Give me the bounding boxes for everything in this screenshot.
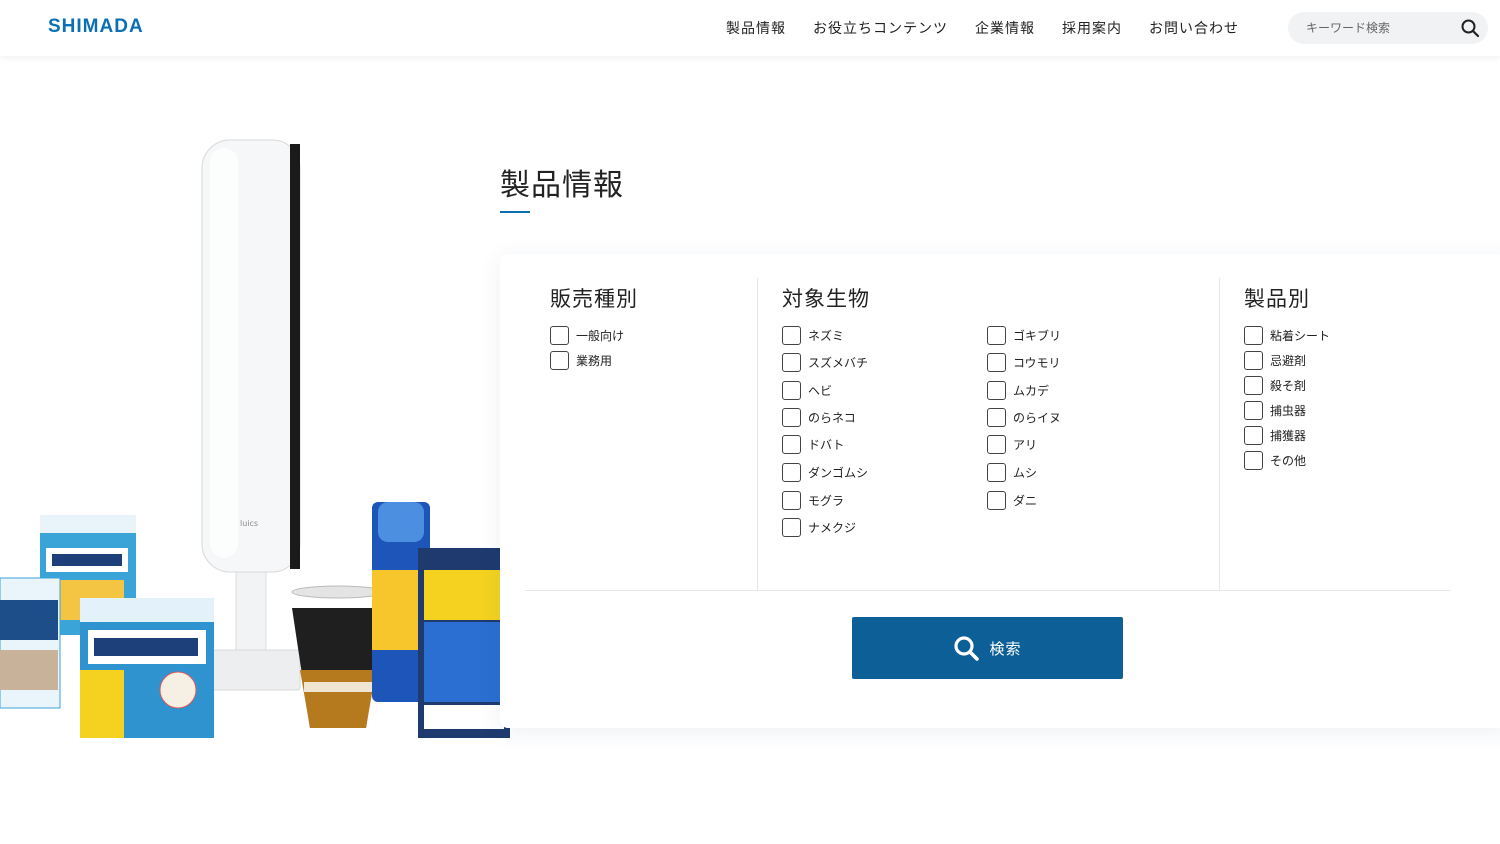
checkbox-label: ヘビ — [808, 384, 833, 398]
checkbox-box[interactable] — [987, 463, 1006, 482]
checkbox-box[interactable] — [782, 435, 801, 454]
checkbox-box[interactable] — [782, 463, 801, 482]
checkbox-label: ネズミ — [808, 329, 845, 343]
nav-item-products[interactable]: 製品情報 — [726, 18, 786, 38]
header-search — [1288, 12, 1488, 44]
checkbox-stray-cat[interactable]: のらネコ — [782, 408, 856, 427]
checkbox-box[interactable] — [782, 326, 801, 345]
checkbox-box[interactable] — [987, 326, 1006, 345]
checkbox-box[interactable] — [1244, 351, 1263, 370]
checkbox-pigeon[interactable]: ドバト — [782, 435, 844, 454]
checkbox-label: スズメバチ — [808, 356, 869, 370]
rodent-bait-package — [418, 548, 510, 738]
checkbox-label: 捕虫器 — [1270, 404, 1307, 418]
checkbox-glue-sheet[interactable]: 粘着シート — [1244, 326, 1330, 345]
checkbox-stray-dog[interactable]: のらイヌ — [987, 408, 1061, 427]
checkbox-label: ムカデ — [1013, 384, 1050, 398]
checkbox-bat[interactable]: コウモリ — [987, 353, 1061, 372]
checkbox-ant[interactable]: アリ — [987, 435, 1037, 454]
column-divider — [757, 278, 758, 590]
search-icon[interactable] — [1460, 18, 1480, 38]
filter-divider — [525, 590, 1450, 591]
checkbox-rat[interactable]: ネズミ — [782, 326, 844, 345]
site-header: SHIMADA 製品情報 お役立ちコンテンツ 企業情報 採用案内 お問い合わせ — [0, 0, 1500, 56]
checkbox-label: 業務用 — [576, 354, 613, 368]
checkbox-cockroach[interactable]: ゴキブリ — [987, 326, 1061, 345]
checkbox-hornet[interactable]: スズメバチ — [782, 353, 868, 372]
checkbox-box[interactable] — [782, 408, 801, 427]
checkbox-box[interactable] — [782, 491, 801, 510]
checkbox-box[interactable] — [987, 435, 1006, 454]
checkbox-label: ダニ — [1013, 494, 1038, 508]
product-lineup-image: luics — [0, 139, 510, 738]
checkbox-label: ダンゴムシ — [808, 466, 869, 480]
checkbox-snake[interactable]: ヘビ — [782, 381, 832, 400]
checkbox-label: アリ — [1013, 438, 1038, 452]
checkbox-box[interactable] — [987, 381, 1006, 400]
checkbox-label: 粘着シート — [1270, 329, 1331, 343]
checkbox-box[interactable] — [782, 381, 801, 400]
checkbox-box[interactable] — [550, 351, 569, 370]
checkbox-label: モグラ — [808, 494, 845, 508]
checkbox-label: ドバト — [808, 438, 845, 452]
checkbox-other[interactable]: その他 — [1244, 451, 1306, 470]
checkbox-mite[interactable]: ダニ — [987, 491, 1037, 510]
page-title: 製品情報 — [500, 168, 624, 203]
search-icon — [954, 636, 980, 661]
product-type-title: 製品別 — [1244, 287, 1310, 311]
checkbox-box[interactable] — [782, 353, 801, 372]
nav-item-contact[interactable]: お問い合わせ — [1149, 18, 1239, 38]
mouse-trap-box — [0, 577, 61, 709]
checkbox-label: のらイヌ — [1013, 411, 1062, 425]
checkbox-label: その他 — [1270, 454, 1307, 468]
nav-item-company[interactable]: 企業情報 — [975, 18, 1035, 38]
checkbox-centipede[interactable]: ムカデ — [987, 381, 1049, 400]
search-submit-button[interactable]: 検索 — [852, 617, 1123, 679]
checkbox-rodenticide[interactable]: 殺そ剤 — [1244, 376, 1306, 395]
checkbox-box[interactable] — [550, 326, 569, 345]
keyword-search-input[interactable] — [1306, 12, 1456, 44]
uv-insect-trap-device: luics — [201, 139, 301, 691]
checkbox-mole[interactable]: モグラ — [782, 491, 844, 510]
hornet-trap-cup — [291, 585, 385, 728]
checkbox-label: 捕獲器 — [1270, 429, 1307, 443]
checkbox-capture-trap[interactable]: 捕獲器 — [1244, 426, 1306, 445]
checkbox-box[interactable] — [1244, 376, 1263, 395]
checkbox-box[interactable] — [1244, 426, 1263, 445]
search-submit-label: 検索 — [989, 639, 1022, 658]
checkbox-label: ナメクジ — [808, 521, 857, 535]
shimada-logo[interactable]: SHIMADA — [48, 16, 144, 38]
checkbox-label: コウモリ — [1013, 356, 1061, 370]
sales-type-title: 販売種別 — [550, 287, 638, 311]
checkbox-insect-trap[interactable]: 捕虫器 — [1244, 401, 1306, 420]
main-nav: 製品情報 お役立ちコンテンツ 企業情報 採用案内 お問い合わせ — [726, 0, 1266, 56]
device-brand-label: luics — [240, 519, 258, 528]
checkbox-label: ムシ — [1013, 466, 1038, 480]
checkbox-box[interactable] — [987, 491, 1006, 510]
nav-item-useful-contents[interactable]: お役立ちコンテンツ — [813, 18, 948, 38]
checkbox-box[interactable] — [782, 518, 801, 537]
checkbox-label: 一般向け — [576, 329, 625, 343]
checkbox-box[interactable] — [1244, 451, 1263, 470]
checkbox-box[interactable] — [987, 408, 1006, 427]
checkbox-label: 忌避剤 — [1270, 354, 1307, 368]
checkbox-insect[interactable]: ムシ — [987, 463, 1037, 482]
checkbox-label: ゴキブリ — [1013, 329, 1062, 343]
checkbox-box[interactable] — [987, 353, 1006, 372]
checkbox-box[interactable] — [1244, 401, 1263, 420]
checkbox-pillbug[interactable]: ダンゴムシ — [782, 463, 868, 482]
rodent-repeller-box — [80, 598, 214, 738]
checkbox-repellent[interactable]: 忌避剤 — [1244, 351, 1306, 370]
title-underline — [500, 211, 530, 213]
target-pest-title: 対象生物 — [782, 287, 870, 311]
checkbox-label: のらネコ — [808, 411, 856, 425]
checkbox-label: 殺そ剤 — [1270, 379, 1307, 393]
checkbox-slug[interactable]: ナメクジ — [782, 518, 856, 537]
column-divider — [1219, 278, 1220, 590]
nav-item-recruit[interactable]: 採用案内 — [1062, 18, 1122, 38]
checkbox-box[interactable] — [1244, 326, 1263, 345]
checkbox-business[interactable]: 業務用 — [550, 351, 612, 370]
checkbox-general[interactable]: 一般向け — [550, 326, 624, 345]
